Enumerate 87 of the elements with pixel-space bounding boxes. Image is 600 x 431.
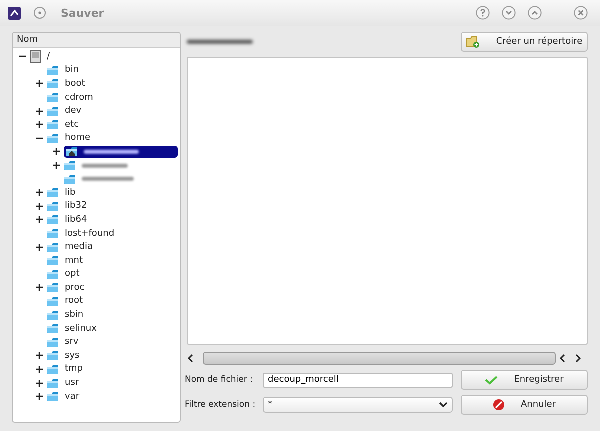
save-button[interactable]: Enregistrer: [461, 370, 588, 390]
tree-item[interactable]: dev: [65, 106, 82, 116]
tree-item[interactable]: proc: [65, 282, 85, 293]
scroll-left-icon[interactable]: [187, 354, 194, 362]
folder-icon: [47, 268, 59, 280]
tree-item[interactable]: var: [65, 392, 80, 402]
expand-icon[interactable]: [36, 202, 43, 210]
expand-icon[interactable]: [36, 352, 43, 360]
expand-icon[interactable]: [36, 189, 43, 196]
tree-item[interactable]: cdrom: [65, 92, 94, 103]
expand-icon[interactable]: [36, 393, 43, 400]
column-header[interactable]: Nom: [13, 33, 180, 48]
expand-icon[interactable]: [53, 148, 60, 156]
tree-item[interactable]: lost+found: [65, 228, 115, 239]
tree-item[interactable]: tmp: [65, 364, 84, 374]
folder-icon: [47, 106, 59, 117]
menu-icon[interactable]: [34, 7, 46, 19]
blurred-path: [187, 40, 253, 44]
folder-icon: [47, 364, 59, 375]
help-icon[interactable]: [476, 6, 490, 20]
minimize-icon[interactable]: [502, 6, 516, 20]
tree-item[interactable]: srv: [65, 337, 79, 348]
tree-item[interactable]: root: [65, 296, 84, 306]
folder-icon: [47, 228, 59, 240]
scrollbar[interactable]: [203, 352, 556, 364]
cancel-icon: [492, 399, 505, 411]
folder-icon: [64, 174, 76, 185]
folder-icon: [64, 160, 76, 172]
scroll-right-icon[interactable]: [575, 354, 582, 362]
filename-field[interactable]: decoup_morcell: [263, 372, 453, 388]
tree-item[interactable]: /: [47, 52, 50, 62]
folder-icon: [47, 92, 59, 104]
field-label: Filtre extension :: [185, 400, 257, 410]
app-icon: [8, 6, 21, 20]
home-folder-icon: [66, 146, 78, 158]
expand-icon[interactable]: [36, 80, 43, 88]
tree-item[interactable]: lib32: [65, 201, 88, 212]
cancel-button[interactable]: Annuler: [461, 395, 588, 415]
tree-item[interactable]: bin: [65, 65, 79, 76]
folder-icon: [47, 64, 59, 76]
folder-icon: [47, 391, 59, 402]
tree-item[interactable]: etc: [65, 120, 80, 130]
folder-icon: [47, 78, 59, 90]
field-label: Nom de fichier :: [185, 375, 254, 385]
tree-item[interactable]: lib64: [65, 214, 88, 225]
folder-icon: [47, 296, 59, 307]
tree-item[interactable]: opt: [65, 269, 80, 280]
folder-icon: [47, 350, 59, 362]
expand-icon[interactable]: [36, 380, 43, 387]
tree-item[interactable]: selinux: [65, 324, 97, 334]
tree-item[interactable]: boot: [65, 78, 86, 89]
expand-icon[interactable]: [36, 216, 43, 224]
create-folder-button[interactable]: Créer un répertoire: [461, 32, 588, 52]
maximize-icon[interactable]: [528, 6, 542, 20]
close-icon[interactable]: [574, 6, 588, 20]
folder-icon: [47, 323, 59, 334]
drive-icon: [30, 50, 41, 64]
tree-item[interactable]: mnt: [65, 256, 83, 266]
checkmark-icon: [485, 375, 498, 385]
folder-icon: [47, 282, 59, 294]
folder-add-icon: [466, 36, 480, 48]
chevron-down-icon: [439, 402, 448, 408]
folder-icon: [47, 336, 59, 348]
folder-icon: [47, 255, 59, 266]
folder-icon: [47, 310, 59, 321]
tree-item[interactable]: sys: [65, 350, 80, 361]
tree-item[interactable]: media: [65, 242, 94, 252]
expand-icon[interactable]: [53, 162, 60, 170]
folder-icon: [47, 132, 59, 144]
folder-icon: [47, 119, 59, 130]
expand-icon[interactable]: [36, 284, 43, 292]
folder-icon: [47, 187, 59, 198]
folder-icon: [47, 200, 59, 212]
expand-icon[interactable]: [36, 108, 43, 115]
folder-icon: [47, 214, 59, 226]
folder-icon: [47, 242, 59, 253]
filter-dropdown[interactable]: *: [263, 397, 453, 413]
tree-item[interactable]: sbin: [65, 310, 84, 320]
scroll-left-icon[interactable]: [559, 354, 566, 362]
tree-item[interactable]: home: [65, 133, 91, 144]
tree-item[interactable]: usr: [65, 378, 80, 388]
expand-icon[interactable]: [36, 121, 43, 128]
window-title: Sauver: [61, 6, 106, 20]
expand-icon[interactable]: [36, 244, 43, 251]
tree-item[interactable]: lib: [65, 188, 76, 198]
expand-icon[interactable]: [36, 366, 43, 373]
folder-icon: [47, 378, 59, 389]
